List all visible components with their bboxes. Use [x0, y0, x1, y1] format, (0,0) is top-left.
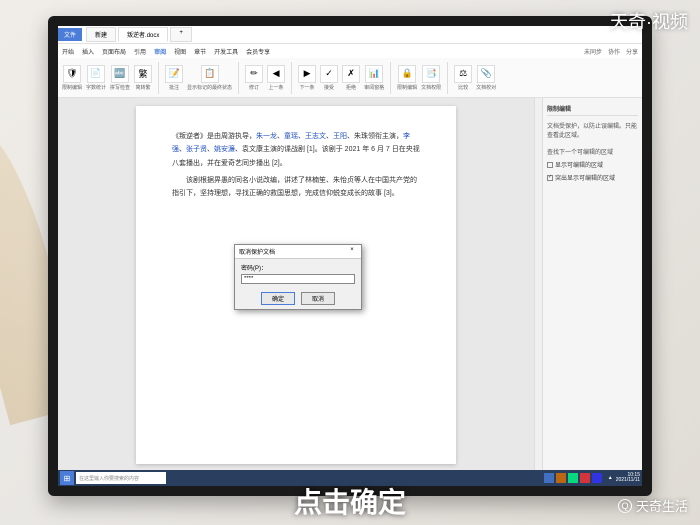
ribbon-button[interactable]: ▶	[298, 65, 316, 83]
task-icon[interactable]	[544, 473, 554, 483]
menu-item[interactable]: 视图	[174, 47, 186, 56]
file-tab[interactable]: 文件	[58, 28, 82, 41]
clock-date: 2021/11/11	[616, 478, 640, 484]
ribbon-label: 显示标记的最终状态	[187, 84, 232, 91]
menu-item[interactable]: 开始	[62, 47, 74, 56]
dialog-title: 取消保护文档	[239, 247, 275, 256]
checkbox[interactable]	[547, 162, 553, 168]
ribbon-button[interactable]: ⚖	[454, 65, 472, 83]
ribbon-button[interactable]: 🔤	[111, 65, 129, 83]
menu-item[interactable]: 章节	[194, 47, 206, 56]
ribbon-button[interactable]: 📊	[365, 65, 383, 83]
ribbon-button[interactable]: ✓	[320, 65, 338, 83]
ok-button[interactable]: 确定	[261, 292, 295, 305]
close-icon[interactable]: ×	[347, 247, 357, 256]
ribbon-label: 拼写检查	[110, 84, 130, 91]
ribbon-button[interactable]: ◀	[267, 65, 285, 83]
pane-title: 限制编辑	[547, 102, 638, 116]
share-button[interactable]: 分享	[626, 47, 638, 56]
menubar: 开始 插入 页面布局 引用 审阅 视图 章节 开发工具 会员专享 未同步 协作 …	[58, 44, 642, 58]
checkbox-checked[interactable]	[547, 175, 553, 181]
link[interactable]: 童瑶	[284, 133, 298, 140]
ribbon-label: 比较	[458, 84, 468, 91]
new-tab-button[interactable]: +	[170, 27, 192, 42]
video-subtitle: 点击确定	[294, 481, 406, 521]
ribbon-button[interactable]: 🔒	[398, 65, 416, 83]
ribbon-label: 限制编辑	[62, 84, 82, 91]
vertical-scrollbar[interactable]	[534, 98, 542, 472]
task-icon[interactable]	[556, 473, 566, 483]
ribbon-label: 接受	[324, 84, 334, 91]
ribbon-label: 审阅窗格	[364, 84, 384, 91]
ribbon-button[interactable]: ✏	[245, 65, 263, 83]
ribbon-button[interactable]: 繁	[134, 65, 152, 83]
link[interactable]: 朱一龙	[256, 133, 277, 140]
tray-icon[interactable]: ▲	[608, 475, 613, 481]
ribbon-button[interactable]: 📑	[422, 65, 440, 83]
ribbon-button[interactable]: ✗	[342, 65, 360, 83]
cancel-button[interactable]: 取消	[301, 292, 335, 305]
titlebar: 文件 新建 叛逆者.docx +	[58, 26, 642, 44]
ribbon-label: 上一条	[269, 84, 284, 91]
menu-item[interactable]: 引用	[134, 47, 146, 56]
ribbon-label: 字数统计	[86, 84, 106, 91]
ribbon-button[interactable]: 📄	[87, 65, 105, 83]
menu-item[interactable]: 页面布局	[102, 47, 126, 56]
paragraph: 该剧根据畀愚的同名小说改编，讲述了林楠笙、朱怡贞等人在中国共产党的指引下，坚持理…	[172, 174, 420, 201]
menu-item[interactable]: 插入	[82, 47, 94, 56]
password-input[interactable]	[241, 274, 355, 284]
link[interactable]: 张子贤	[186, 146, 207, 153]
ribbon-label: 简转繁	[136, 84, 151, 91]
ribbon-button[interactable]: 🛡	[63, 65, 81, 83]
ribbon-label: 拒绝	[346, 84, 356, 91]
ribbon-label: 文档权限	[421, 84, 441, 91]
menu-item[interactable]: 审阅	[154, 47, 166, 56]
doc-tab[interactable]: 新建	[86, 27, 116, 42]
password-label: 密码(P)：	[241, 263, 355, 272]
find-next-region[interactable]: 查找下一个可编辑的区域	[547, 145, 638, 158]
task-icon[interactable]	[568, 473, 578, 483]
link[interactable]: 王阳	[333, 133, 347, 140]
pane-description: 文档受保护，以防止误编辑。只能查看此区域。	[547, 119, 638, 141]
collab-button[interactable]: 协作	[608, 47, 620, 56]
doc-tab-active[interactable]: 叛逆者.docx	[118, 27, 168, 42]
ribbon-label: 限制编辑	[397, 84, 417, 91]
watermark-logo-icon: Q	[618, 499, 632, 513]
link[interactable]: 王志文	[305, 133, 326, 140]
sync-status[interactable]: 未同步	[584, 47, 602, 56]
menu-item[interactable]: 开发工具	[214, 47, 238, 56]
ribbon-label: 批注	[169, 84, 179, 91]
unprotect-dialog: 取消保护文档 × 密码(P)： 确定 取消	[234, 244, 362, 310]
start-button[interactable]: ⊞	[60, 471, 74, 485]
ribbon-button[interactable]: 📎	[477, 65, 495, 83]
ribbon: 🛡限制编辑📄字数统计🔤拼写检查繁简转繁📝批注📋显示标记的最终状态✏修订◀上一条▶…	[58, 58, 642, 98]
task-icon[interactable]	[592, 473, 602, 483]
paragraph: 《叛逆者》是由周游执导，朱一龙、童瑶、王志文、王阳、朱珠领衔主演，李强、张子贤、…	[172, 130, 420, 170]
document-area: 《叛逆者》是由周游执导，朱一龙、童瑶、王志文、王阳、朱珠领衔主演，李强、张子贤、…	[58, 98, 534, 472]
ribbon-button[interactable]: 📝	[165, 65, 183, 83]
ribbon-button[interactable]: 📋	[201, 65, 219, 83]
ribbon-label: 下一条	[300, 84, 315, 91]
restrict-editing-pane: 限制编辑 文档受保护，以防止误编辑。只能查看此区域。 查找下一个可编辑的区域 显…	[542, 98, 642, 472]
menu-item[interactable]: 会员专享	[246, 47, 270, 56]
ribbon-label: 文档校对	[476, 84, 496, 91]
watermark-bottom: Q 天奇生活	[618, 496, 688, 515]
link[interactable]: 姚安濂	[214, 146, 235, 153]
watermark-top: 天奇·视频	[610, 8, 688, 34]
taskbar-search[interactable]: 在这里输入你要搜索的内容	[76, 472, 166, 484]
ribbon-label: 修订	[249, 84, 259, 91]
task-icon[interactable]	[580, 473, 590, 483]
